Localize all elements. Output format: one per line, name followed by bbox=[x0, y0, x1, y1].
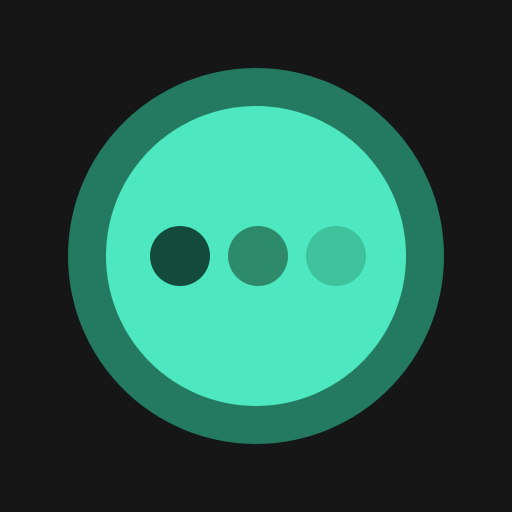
ellipsis-dot-light bbox=[306, 226, 366, 286]
app-icon-canvas bbox=[0, 0, 512, 512]
ellipsis-dot-medium bbox=[228, 226, 288, 286]
ellipsis-dot-dark bbox=[150, 226, 210, 286]
